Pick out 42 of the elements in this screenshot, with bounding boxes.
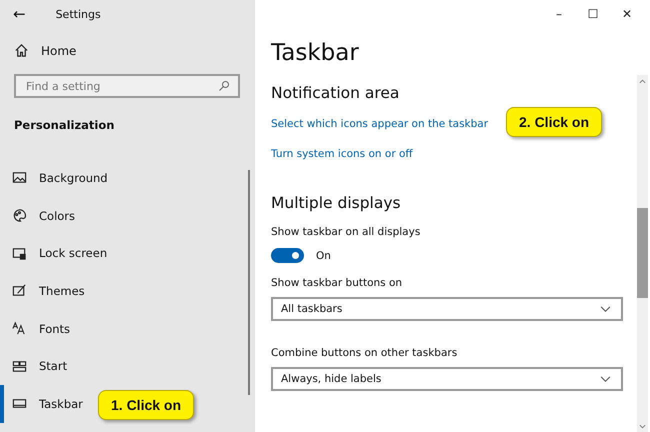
chevron-down-icon	[600, 376, 611, 382]
setting-label: Show taskbar on all displays	[271, 226, 422, 238]
search-input[interactable]: Find a setting	[24, 76, 218, 96]
window-title: Settings	[56, 8, 101, 20]
sidebar-item[interactable]: Background	[0, 159, 255, 197]
minimize-button[interactable]: –	[542, 7, 576, 21]
section-heading: Multiple displays	[271, 194, 402, 212]
scrollbar[interactable]	[637, 75, 648, 432]
sidebar-item[interactable]: Lock screen	[0, 234, 255, 272]
home-icon	[14, 43, 29, 58]
setting-label: Combine buttons on other taskbars	[271, 347, 458, 359]
callout: 1. Click on	[98, 390, 194, 420]
link[interactable]: Turn system icons on or off	[271, 148, 413, 160]
brush-icon	[12, 283, 27, 298]
home-link[interactable]: Home	[41, 44, 76, 58]
sidebar-item[interactable]: Colors	[0, 196, 255, 234]
search-icon	[218, 80, 230, 92]
sidebar-item[interactable]: Start	[0, 347, 255, 386]
maximize-button[interactable]: ☐	[576, 7, 610, 21]
font-icon	[12, 321, 27, 336]
scroll-down-icon[interactable]	[639, 424, 646, 429]
section-heading: Personalization	[13, 117, 116, 132]
sidebar-item[interactable]: Themes	[0, 272, 255, 310]
lock-screen-icon	[12, 246, 27, 261]
toggle-state: On	[316, 250, 331, 262]
palette-icon	[12, 208, 27, 224]
page-title: Taskbar	[271, 40, 360, 66]
picture-icon	[12, 170, 27, 186]
dropdown[interactable]: Always, hide labels	[271, 367, 623, 391]
setting-label: Show taskbar buttons on	[271, 277, 404, 289]
dropdown[interactable]: All taskbars	[271, 297, 623, 321]
chevron-down-icon	[600, 306, 611, 312]
sidebar-item[interactable]: Fonts	[0, 310, 255, 348]
link[interactable]: Select which icons appear on the taskbar	[271, 118, 488, 130]
back-button[interactable]: ←	[13, 5, 26, 23]
close-button[interactable]: ✕	[610, 7, 644, 21]
scroll-up-icon[interactable]	[639, 79, 646, 84]
search-field[interactable]: Find a setting	[14, 74, 240, 98]
toggle-switch[interactable]	[271, 248, 304, 263]
tiles-icon	[12, 358, 27, 374]
callout: 2. Click on	[506, 107, 602, 137]
section-heading: Notification area	[271, 84, 400, 102]
